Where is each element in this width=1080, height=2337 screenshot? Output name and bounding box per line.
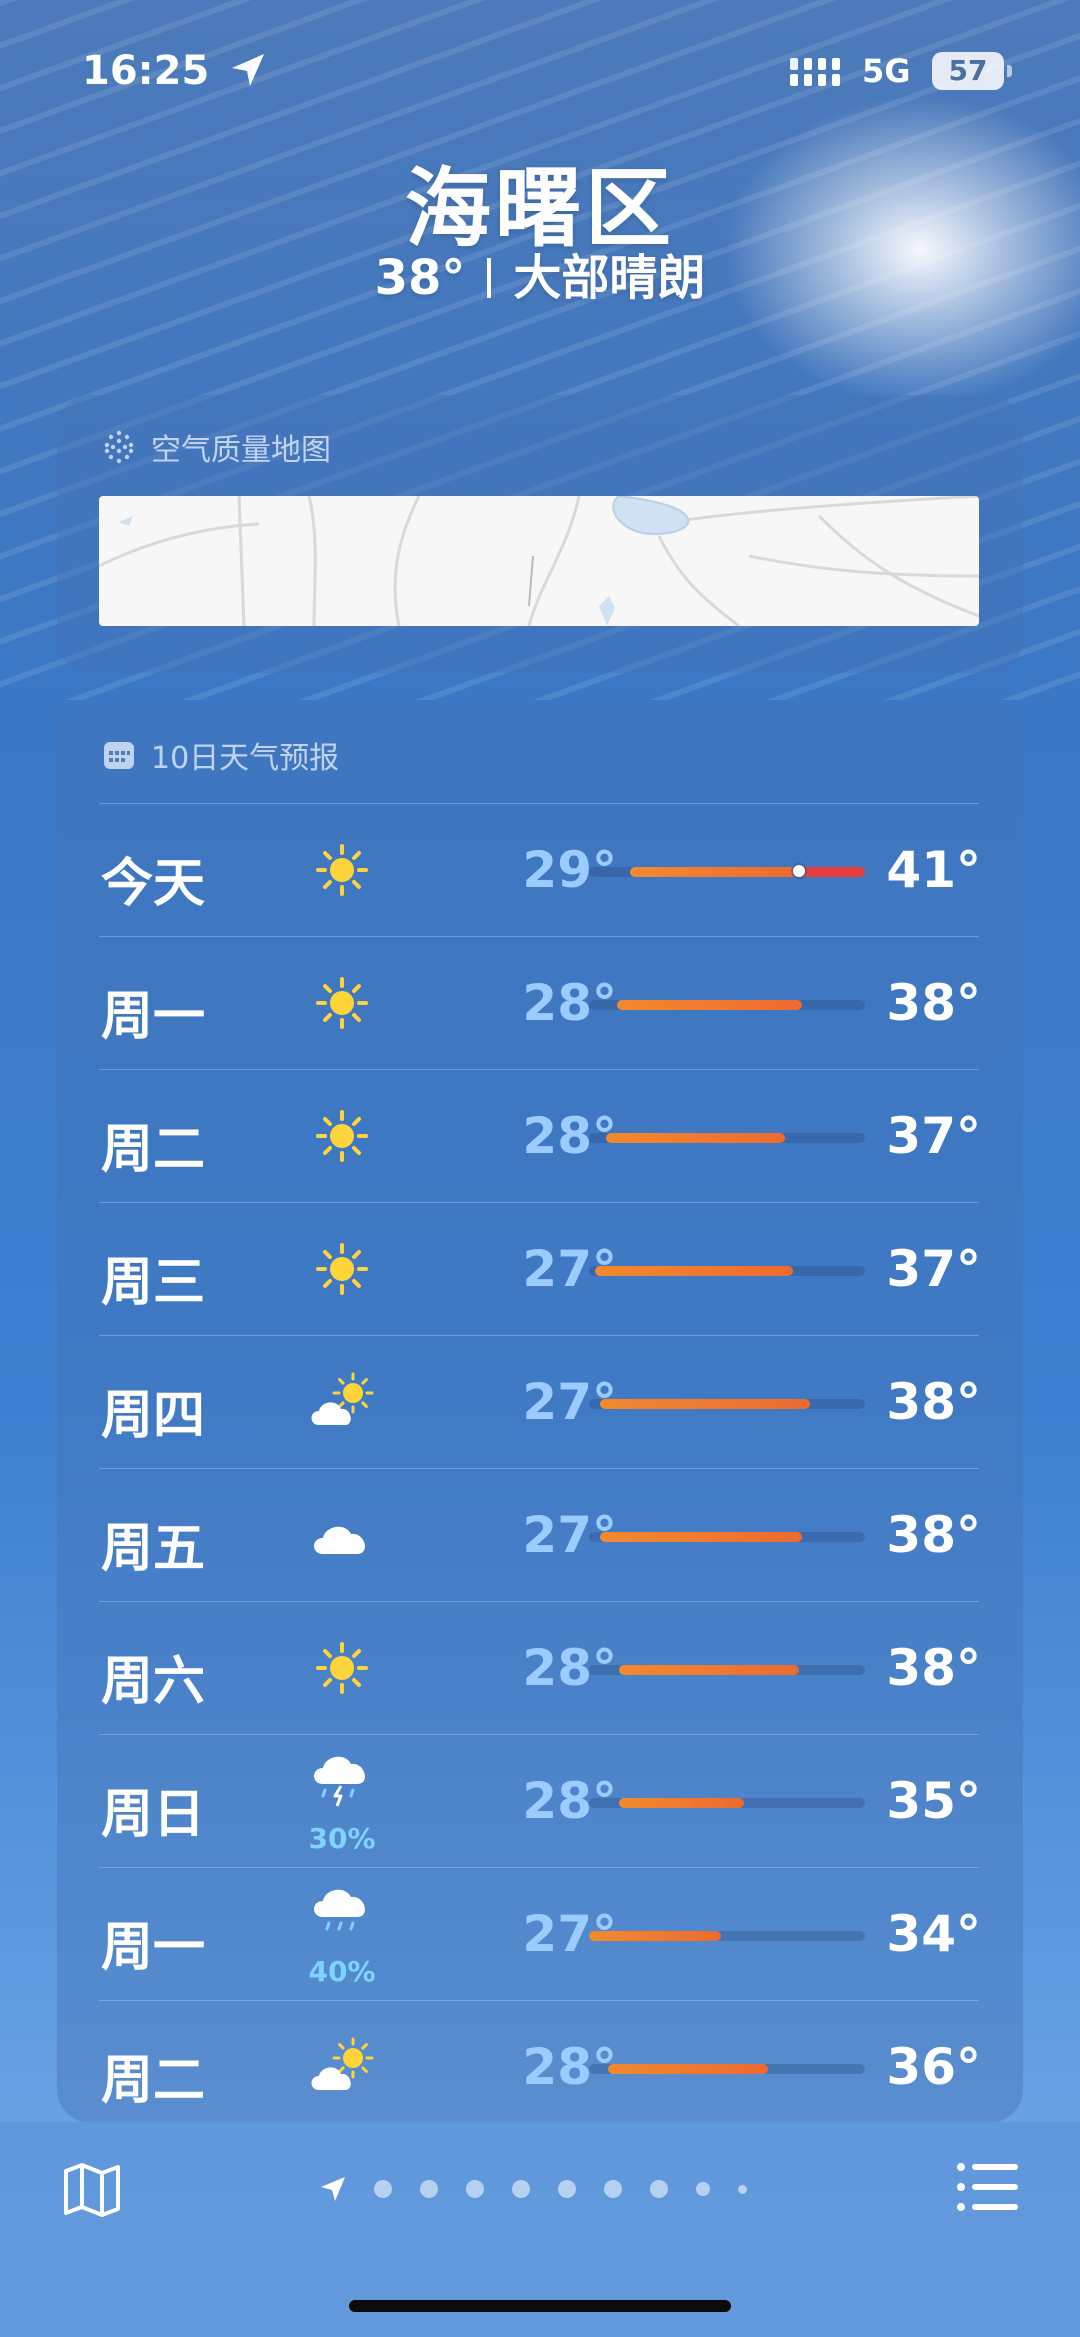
high-temperature: 37° — [886, 1107, 981, 1165]
forecast-row[interactable]: 周三 27° 37° — [57, 1202, 1023, 1335]
page-dot[interactable] — [374, 2180, 392, 2198]
high-temperature: 41° — [886, 841, 981, 899]
forecast-day: 周五 — [101, 1519, 206, 1579]
temperature-range-fill — [619, 1665, 799, 1675]
current-location-page-icon[interactable] — [318, 2174, 348, 2204]
current-temperature-marker — [792, 865, 805, 877]
temperature-range-fill — [594, 1266, 794, 1276]
sun-icon — [316, 1243, 368, 1295]
ten-day-forecast-card: 10日天气预报 今天 29° 41° 周一 28° 38° 周二 28° 37° 周三 27° 37°… — [57, 703, 1023, 2123]
page-dot[interactable] — [512, 2180, 530, 2198]
air-quality-map[interactable] — [99, 496, 979, 626]
forecast-day: 周六 — [101, 1652, 206, 1712]
forecast-title: 10日天气预报 — [151, 741, 340, 776]
high-temperature: 38° — [886, 974, 981, 1032]
high-temperature: 38° — [886, 1373, 981, 1431]
sun-icon — [316, 1110, 368, 1162]
separator — [487, 258, 492, 298]
precipitation-chance: 40% — [308, 1955, 376, 1988]
forecast-day: 周四 — [101, 1386, 206, 1446]
temperature-range-fill — [589, 1931, 722, 1941]
battery-level: 57 — [948, 54, 988, 87]
map-roads — [99, 496, 979, 626]
high-temperature: 38° — [886, 1506, 981, 1564]
temperature-range-fill — [605, 1133, 785, 1143]
forecast-day: 周一 — [101, 987, 206, 1047]
page-dot[interactable] — [604, 2180, 622, 2198]
forecast-row[interactable]: 周二 28° 37° — [57, 1069, 1023, 1202]
temperature-range-fill — [616, 1000, 802, 1010]
battery-icon: 57 — [932, 52, 1012, 90]
forecast-header: 10日天气预报 — [101, 735, 340, 776]
page-dot[interactable] — [696, 2182, 710, 2196]
high-temperature: 34° — [886, 1905, 981, 1963]
thunderstorm-icon — [314, 1756, 365, 1807]
high-temperature: 38° — [886, 1639, 981, 1697]
forecast-day: 周二 — [101, 2051, 206, 2111]
current-temperature: 38° — [374, 250, 466, 306]
temperature-range-fill — [619, 1798, 744, 1808]
location-arrow-icon — [232, 54, 264, 86]
temperature-range-fill — [600, 1532, 802, 1542]
current-conditions: 38° 大部晴朗 — [0, 238, 1080, 308]
map-icon[interactable] — [62, 2159, 122, 2219]
air-quality-header: 空气质量地图 — [101, 427, 331, 468]
sun-icon — [316, 977, 368, 1029]
forecast-row[interactable]: 周日 30% 28° 35° — [57, 1734, 1023, 1867]
network-type: 5G — [862, 52, 911, 90]
page-dot[interactable] — [650, 2180, 668, 2198]
bottom-toolbar — [0, 2122, 1080, 2337]
home-indicator — [349, 2300, 731, 2312]
forecast-row[interactable]: 今天 29° 41° — [57, 803, 1023, 936]
page-dot[interactable] — [738, 2184, 747, 2194]
cellular-signal-icon — [790, 58, 840, 86]
sun-icon — [316, 1642, 368, 1694]
page-dot[interactable] — [420, 2180, 438, 2198]
status-time: 16:25 — [82, 48, 210, 94]
list-icon[interactable] — [956, 2159, 1018, 2215]
partly-cloudy-icon — [311, 1372, 374, 1425]
rain-cloud-icon — [314, 1889, 365, 1931]
air-quality-dots-icon — [104, 430, 134, 464]
page-indicator[interactable] — [318, 2174, 775, 2204]
forecast-row[interactable]: 周六 28° 38° — [57, 1601, 1023, 1734]
cloud-icon — [314, 1526, 365, 1554]
high-temperature: 37° — [886, 1240, 981, 1298]
forecast-day: 周三 — [101, 1253, 206, 1313]
high-temperature: 36° — [886, 2038, 981, 2096]
forecast-row[interactable]: 周二 28° 36° — [57, 2000, 1023, 2133]
precipitation-chance: 30% — [308, 1822, 376, 1855]
forecast-row[interactable]: 周一 40% 27° 34° — [57, 1867, 1023, 2000]
page-dot[interactable] — [558, 2180, 576, 2198]
condition-text: 大部晴朗 — [513, 250, 706, 306]
status-bar: 16:25 5G 57 — [0, 44, 1080, 104]
forecast-day: 周日 — [101, 1785, 206, 1845]
temperature-range-fill — [608, 2064, 769, 2074]
forecast-day: 周一 — [101, 1918, 206, 1978]
sun-icon — [316, 844, 368, 896]
forecast-day: 周二 — [101, 1120, 206, 1180]
calendar-icon — [104, 742, 134, 769]
forecast-row[interactable]: 周五 27° 38° — [57, 1468, 1023, 1601]
forecast-day: 今天 — [101, 854, 206, 914]
air-quality-map-card[interactable]: 空气质量地图 — [57, 395, 1023, 673]
forecast-row[interactable]: 周一 28° 38° — [57, 936, 1023, 1069]
temperature-range-fill — [600, 1399, 810, 1409]
high-temperature: 35° — [886, 1772, 981, 1830]
air-quality-title: 空气质量地图 — [151, 433, 331, 468]
partly-cloudy-icon — [311, 2037, 374, 2090]
forecast-row[interactable]: 周四 27° 38° — [57, 1335, 1023, 1468]
page-dot[interactable] — [466, 2180, 484, 2198]
